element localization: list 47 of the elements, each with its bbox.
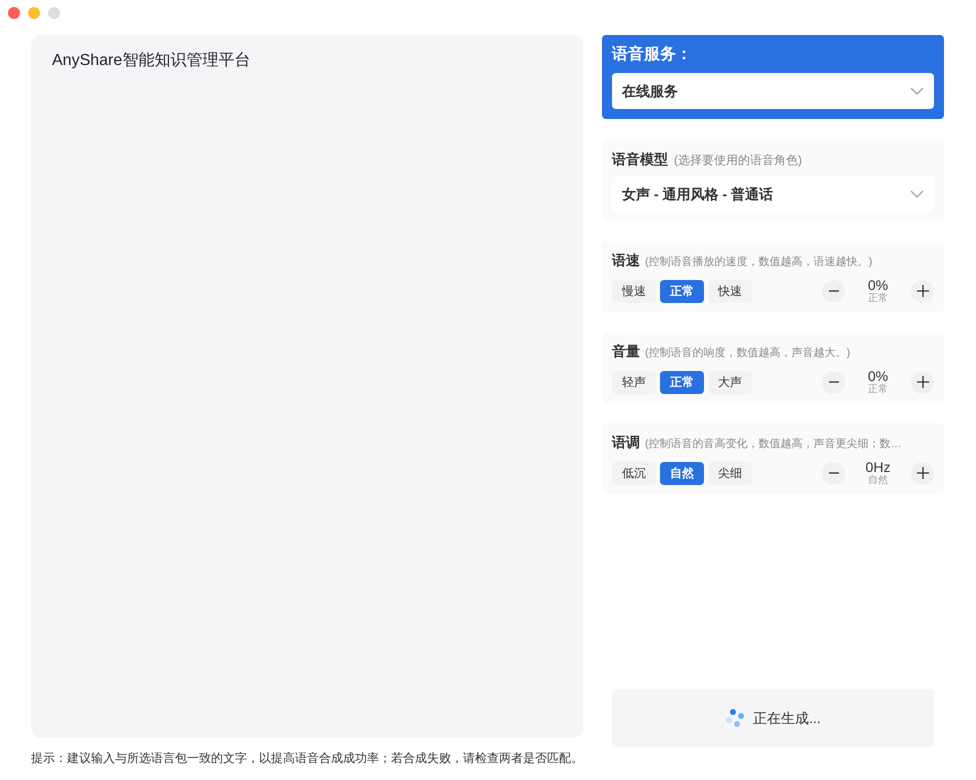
model-hint: (选择要使用的语音角色) [674,152,802,169]
decrease-button[interactable] [822,370,845,394]
decrease-button[interactable] [822,280,845,302]
service-title: 语音服务： [612,44,693,65]
adjuster-title: 语调 [612,433,640,452]
spinner-icon [725,708,746,728]
zoom-window-icon[interactable] [48,7,60,19]
value-caption: 自然 [868,476,888,486]
preset-button[interactable]: 轻声 [612,370,656,394]
adjuster-title: 音量 [612,342,640,361]
plus-icon [916,285,928,297]
adjuster-hint: (控制语音播放的速度，数值越高，语速越快。) [645,254,872,270]
chevron-down-icon [910,87,924,95]
model-title: 语音模型 [612,150,668,169]
increase-button[interactable] [911,370,934,394]
generate-button[interactable]: 正在生成... [612,689,934,747]
minimize-window-icon[interactable] [28,7,40,19]
preset-button[interactable]: 低沉 [612,462,656,484]
adjuster-hint: (控制语音的响度，数值越高，声音越大。) [645,346,850,361]
value-caption: 正常 [868,385,888,395]
text-input-field[interactable]: AnyShare智能知识管理平台 [31,35,583,738]
preset-button[interactable]: 正常 [660,370,704,394]
plus-icon [916,376,928,388]
preset-button[interactable]: 自然 [660,462,704,484]
preset-button[interactable]: 正常 [660,280,704,302]
decrease-button[interactable] [822,462,845,484]
preset-button[interactable]: 尖细 [708,462,752,484]
adjuster-hint: (控制语音的音高变化，数值越高，声音更尖细；数… [645,436,902,452]
preset-button[interactable]: 快速 [708,280,752,302]
close-window-icon[interactable] [8,7,20,19]
adjuster-title: 语速 [612,251,640,270]
minus-icon [828,381,838,383]
hint-text: 提示：建议输入与所选语言包一致的文字，以提高语音合成成功率；若合成失败，请检查两者是否匹配。 [31,750,583,767]
value-text: 0Hz [866,460,890,474]
model-select[interactable]: 女声 - 通用风格 - 普通话 [612,176,934,212]
value-caption: 正常 [868,294,888,304]
service-select[interactable]: 在线服务 [612,73,934,109]
minus-icon [828,290,838,292]
preset-button[interactable]: 慢速 [612,280,656,302]
chevron-down-icon [910,190,924,198]
value-text: 0% [868,369,888,383]
value-text: 0% [868,278,888,292]
preset-button[interactable]: 大声 [708,370,752,394]
increase-button[interactable] [911,280,934,302]
increase-button[interactable] [911,462,934,484]
plus-icon [916,467,928,479]
minus-icon [828,472,838,474]
